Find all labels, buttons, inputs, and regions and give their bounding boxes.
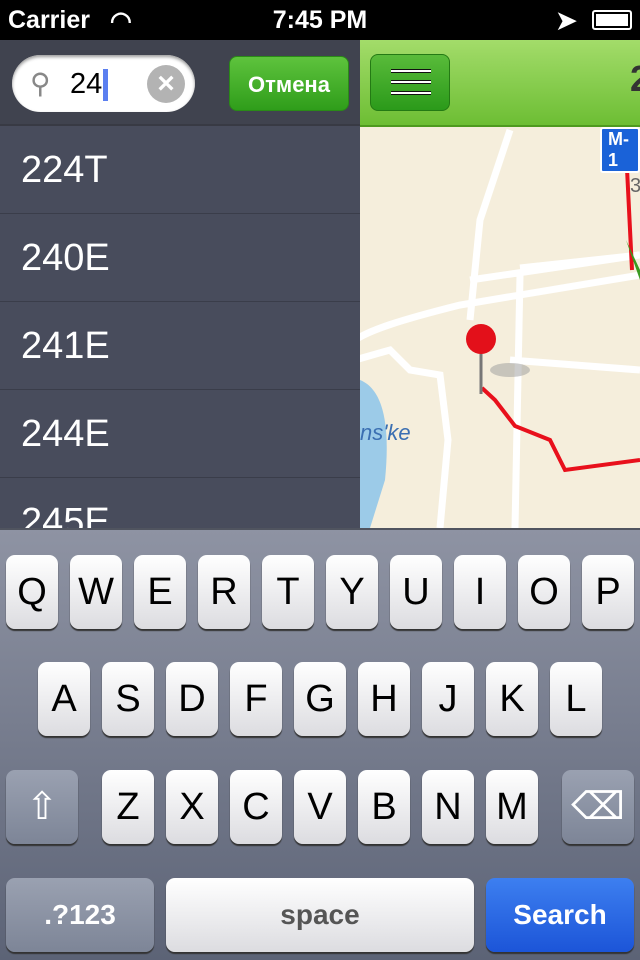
key-y[interactable]: Y: [326, 555, 378, 629]
pin-shadow: [490, 363, 530, 377]
results-list[interactable]: 224T 240E 241E 244E 245E: [0, 126, 360, 528]
search-icon: ⚲: [30, 68, 51, 99]
map-pin-icon[interactable]: [466, 324, 496, 354]
key-q[interactable]: Q: [6, 555, 58, 629]
map-roads: [360, 128, 640, 528]
key-b[interactable]: B: [358, 770, 410, 844]
key-j[interactable]: J: [422, 662, 474, 736]
cancel-button[interactable]: Отмена: [229, 56, 349, 111]
search-panel: ⚲ 24 × Отмена 224T 240E 241E 244E 245E: [0, 40, 360, 528]
status-bar: Carrier ◠ 7:45 PM ➤: [0, 0, 640, 40]
text-caret: [103, 69, 109, 102]
nav-bar: 2: [360, 40, 640, 127]
key-p[interactable]: P: [582, 555, 634, 629]
key-t[interactable]: T: [262, 555, 314, 629]
key-s[interactable]: S: [102, 662, 154, 736]
key-v[interactable]: V: [294, 770, 346, 844]
key-u[interactable]: U: [390, 555, 442, 629]
map-view[interactable]: M-1 ns'ke 3 2: [360, 40, 640, 528]
key-o[interactable]: O: [518, 555, 570, 629]
key-d[interactable]: D: [166, 662, 218, 736]
backspace-key[interactable]: ⌫: [562, 770, 634, 844]
key-i[interactable]: I: [454, 555, 506, 629]
location-arrow-icon: ➤: [556, 7, 577, 35]
numbers-key[interactable]: .?123: [6, 878, 154, 952]
map-label: 3: [630, 175, 640, 197]
result-item[interactable]: 241E: [0, 302, 360, 390]
key-n[interactable]: N: [422, 770, 474, 844]
lake: [360, 380, 387, 528]
key-c[interactable]: C: [230, 770, 282, 844]
menu-button[interactable]: [370, 54, 450, 111]
key-z[interactable]: Z: [102, 770, 154, 844]
result-item[interactable]: 224T: [0, 126, 360, 214]
key-a[interactable]: A: [38, 662, 90, 736]
key-f[interactable]: F: [230, 662, 282, 736]
key-k[interactable]: K: [486, 662, 538, 736]
clear-icon[interactable]: ×: [147, 65, 185, 103]
key-e[interactable]: E: [134, 555, 186, 629]
result-item[interactable]: 240E: [0, 214, 360, 302]
shift-key[interactable]: ⇧: [6, 770, 78, 844]
battery-icon: [592, 10, 632, 30]
key-g[interactable]: G: [294, 662, 346, 736]
nav-title: 2: [630, 58, 640, 100]
key-m[interactable]: M: [486, 770, 538, 844]
space-key[interactable]: space: [166, 878, 474, 952]
search-value: 24: [70, 68, 103, 100]
result-item[interactable]: 245E: [0, 478, 360, 528]
road-badge: M-1: [600, 127, 640, 173]
key-x[interactable]: X: [166, 770, 218, 844]
key-h[interactable]: H: [358, 662, 410, 736]
key-w[interactable]: W: [70, 555, 122, 629]
key-l[interactable]: L: [550, 662, 602, 736]
search-input[interactable]: ⚲ 24 ×: [12, 55, 195, 112]
keyboard: Q W E R T Y U I O P A S D F G H J K L Z X C V B N M ⇧ ⌫ .?123 space Se…: [0, 528, 640, 960]
key-r[interactable]: R: [198, 555, 250, 629]
result-item[interactable]: 244E: [0, 390, 360, 478]
search-key[interactable]: Search: [486, 878, 634, 952]
clock: 7:45 PM: [272, 6, 368, 34]
map-label: ns'ke: [360, 420, 411, 445]
search-bar: ⚲ 24 × Отмена: [0, 40, 360, 126]
